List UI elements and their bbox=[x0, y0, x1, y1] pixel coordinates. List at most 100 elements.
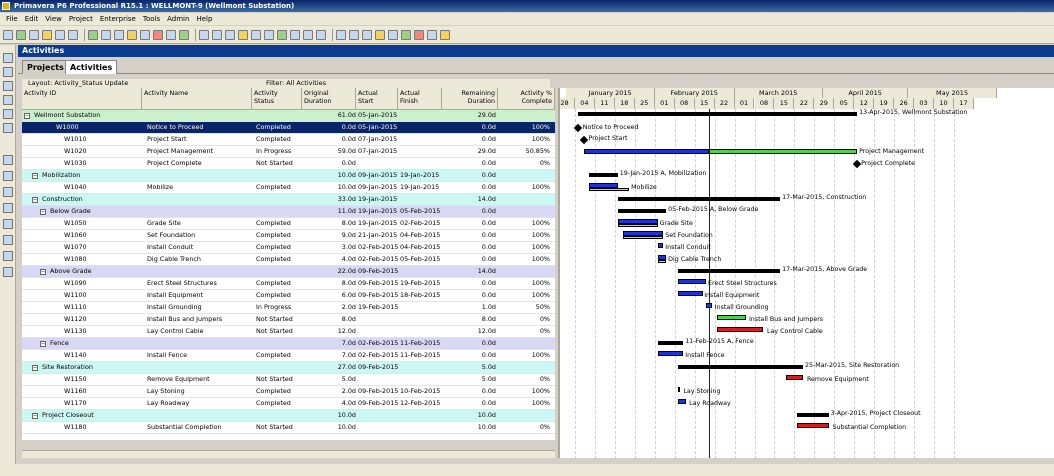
col-activity-status[interactable]: Activity Status bbox=[252, 88, 302, 110]
activity-bar[interactable] bbox=[657, 351, 684, 356]
toolbar-button[interactable] bbox=[401, 29, 411, 40]
left-toolbar-icon[interactable] bbox=[3, 95, 13, 105]
table-row[interactable]: W1040 Mobilize Completed 10.0d 09-Jan-2015 19… bbox=[22, 182, 555, 194]
table-row[interactable]: W1180 Substantial Completion Not Started 10… bbox=[22, 422, 555, 434]
expand-toggle-icon[interactable]: − bbox=[32, 197, 38, 203]
wbs-row[interactable]: − Project Closeout 10.0d 10.0d bbox=[22, 410, 555, 422]
activity-bar[interactable] bbox=[677, 387, 681, 392]
toolbar-button[interactable] bbox=[55, 29, 65, 40]
activity-bar[interactable] bbox=[717, 315, 746, 320]
activity-bar[interactable] bbox=[785, 375, 803, 380]
left-toolbar-icon[interactable] bbox=[3, 67, 13, 77]
table-row[interactable]: W1010 Project Start Completed 0.0d 07-Jan-20… bbox=[22, 134, 555, 146]
horizontal-scrollbar[interactable] bbox=[22, 450, 555, 458]
toolbar-button[interactable] bbox=[16, 29, 26, 40]
toolbar-button[interactable] bbox=[114, 29, 124, 40]
table-row[interactable]: W1160 Lay Stoning Completed 2.0d 09-Feb-2015… bbox=[22, 386, 555, 398]
table-row[interactable]: W1150 Remove Equipment Not Started 5.0d 5.0d… bbox=[22, 374, 555, 386]
toolbar-button[interactable] bbox=[29, 29, 39, 40]
col-actual-start[interactable]: Actual Start bbox=[356, 88, 398, 110]
left-toolbar-icon[interactable] bbox=[3, 109, 13, 119]
toolbar-button[interactable] bbox=[225, 29, 235, 40]
toolbar-button[interactable] bbox=[153, 29, 163, 40]
toolbar-button[interactable] bbox=[127, 29, 137, 40]
activity-bar[interactable] bbox=[677, 291, 704, 296]
left-toolbar-icon[interactable] bbox=[3, 219, 13, 229]
left-toolbar-icon[interactable] bbox=[3, 267, 13, 277]
toolbar-button[interactable] bbox=[88, 29, 98, 40]
baseline-bar[interactable] bbox=[617, 224, 658, 227]
milestone-icon[interactable] bbox=[579, 135, 588, 145]
toolbar-button[interactable] bbox=[440, 29, 450, 40]
table-row[interactable]: W1100 Install Equipment Completed 6.0d 09-Fe… bbox=[22, 290, 555, 302]
summary-bar[interactable] bbox=[617, 209, 667, 213]
col-actual-finish[interactable]: Actual Finish bbox=[398, 88, 442, 110]
summary-bar[interactable] bbox=[797, 413, 829, 417]
col-activity-name[interactable]: Activity Name bbox=[142, 88, 252, 110]
wbs-row[interactable]: − Wellmont Substation 61.0d 05-Jan-2015 29.0… bbox=[22, 110, 555, 122]
toolbar-button[interactable] bbox=[362, 29, 372, 40]
left-toolbar-icon[interactable] bbox=[3, 235, 13, 245]
toolbar-button[interactable] bbox=[140, 29, 150, 40]
activity-bar[interactable] bbox=[797, 423, 829, 428]
toolbar-button[interactable] bbox=[3, 29, 13, 40]
wbs-row[interactable]: − Below Grade 11.0d 19-Jan-2015 05-Feb-2015 0… bbox=[22, 206, 555, 218]
expand-toggle-icon[interactable]: − bbox=[32, 173, 38, 179]
tab-activities[interactable]: Activities bbox=[65, 60, 118, 74]
menu-file[interactable]: File bbox=[6, 15, 18, 23]
expand-toggle-icon[interactable]: − bbox=[40, 209, 46, 215]
col-remaining-duration[interactable]: Remaining Duration bbox=[442, 88, 498, 110]
menu-edit[interactable]: Edit bbox=[25, 15, 39, 23]
toolbar-button[interactable] bbox=[251, 29, 261, 40]
toolbar-button[interactable] bbox=[349, 29, 359, 40]
menu-help[interactable]: Help bbox=[196, 15, 212, 23]
filter-label[interactable]: Filter: All Activities bbox=[266, 79, 326, 88]
summary-bar[interactable] bbox=[577, 112, 858, 116]
summary-bar[interactable] bbox=[589, 173, 618, 177]
left-toolbar-icon[interactable] bbox=[3, 171, 13, 181]
table-row[interactable]: W1000 Notice to Proceed Completed 0.0d 05-Ja… bbox=[22, 122, 555, 134]
activity-bar[interactable] bbox=[677, 279, 707, 284]
col-percent-complete[interactable]: Activity % Complete bbox=[498, 88, 555, 110]
menu-tools[interactable]: Tools bbox=[143, 15, 160, 23]
toolbar-button[interactable] bbox=[68, 29, 78, 40]
baseline-bar[interactable] bbox=[623, 236, 664, 239]
left-toolbar-icon[interactable] bbox=[3, 155, 13, 165]
menu-project[interactable]: Project bbox=[69, 15, 93, 23]
toolbar-button[interactable] bbox=[199, 29, 209, 40]
table-row[interactable]: W1020 Project Management In Progress 59.0d 0… bbox=[22, 146, 555, 158]
summary-bar[interactable] bbox=[677, 365, 803, 369]
table-row[interactable]: W1120 Install Bus and Jumpers Not Started 8… bbox=[22, 314, 555, 326]
left-toolbar-icon[interactable] bbox=[3, 123, 13, 133]
table-row[interactable]: W1140 Install Fence Completed 7.0d 02-Feb-20… bbox=[22, 350, 555, 362]
activity-bar[interactable] bbox=[657, 243, 664, 248]
toolbar-button[interactable] bbox=[290, 29, 300, 40]
tab-projects[interactable]: Projects bbox=[22, 60, 69, 74]
table-row[interactable]: W1070 Install Conduit Completed 3.0d 02-Feb-… bbox=[22, 242, 555, 254]
toolbar-button[interactable] bbox=[238, 29, 248, 40]
toolbar-button[interactable] bbox=[166, 29, 176, 40]
table-row[interactable]: W1090 Erect Steel Structures Completed 8.0d… bbox=[22, 278, 555, 290]
table-row[interactable]: W1050 Grade Site Completed 8.0d 19-Jan-2015 0… bbox=[22, 218, 555, 230]
left-toolbar-icon[interactable] bbox=[3, 53, 13, 63]
menu-enterprise[interactable]: Enterprise bbox=[100, 15, 136, 23]
left-toolbar-icon[interactable] bbox=[3, 251, 13, 261]
layout-label[interactable]: Layout: Activity_Status Update bbox=[28, 79, 128, 88]
toolbar-button[interactable] bbox=[316, 29, 326, 40]
baseline-bar[interactable] bbox=[657, 260, 667, 263]
expand-toggle-icon[interactable]: − bbox=[32, 365, 38, 371]
left-toolbar-icon[interactable] bbox=[3, 203, 13, 213]
toolbar-button[interactable] bbox=[264, 29, 274, 40]
expand-toggle-icon[interactable]: − bbox=[32, 413, 38, 419]
toolbar-button[interactable] bbox=[212, 29, 222, 40]
table-row[interactable]: W1080 Dig Cable Trench Completed 4.0d 02-Feb… bbox=[22, 254, 555, 266]
wbs-row[interactable]: − Construction 33.0d 19-Jan-2015 14.0d bbox=[22, 194, 555, 206]
summary-bar[interactable] bbox=[617, 197, 781, 201]
baseline-bar[interactable] bbox=[589, 188, 630, 191]
expand-toggle-icon[interactable]: − bbox=[40, 269, 46, 275]
activity-bar[interactable] bbox=[708, 149, 858, 154]
toolbar-button[interactable] bbox=[101, 29, 111, 40]
activity-bar[interactable] bbox=[706, 303, 712, 308]
toolbar-button[interactable] bbox=[303, 29, 313, 40]
table-row[interactable]: W1110 Install Grounding In Progress 2.0d 19-… bbox=[22, 302, 555, 314]
